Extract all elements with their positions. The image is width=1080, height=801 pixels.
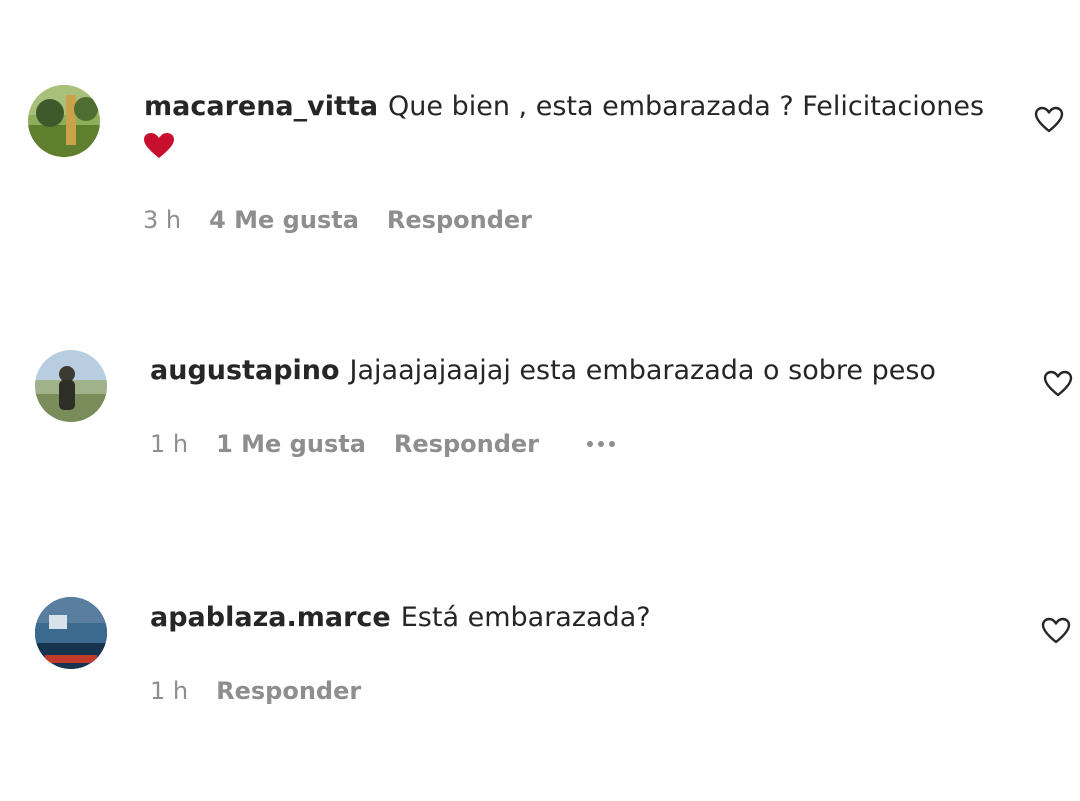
avatar-image: [28, 85, 100, 157]
comment-text: augustapino Jajaajajaajaj esta embarazada…: [150, 352, 936, 390]
comment-body: Que bien , esta embarazada ? Felicitacio…: [388, 91, 985, 122]
more-options-icon[interactable]: [587, 441, 615, 447]
like-heart-icon[interactable]: [1043, 370, 1073, 398]
comment-item: macarena_vitta Que bien , esta embarazada…: [0, 0, 1080, 260]
comment-item: apablaza.marce Está embarazada? 1 h Respo…: [0, 580, 1080, 730]
comment-time[interactable]: 3 h: [143, 206, 181, 234]
heart-emoji-icon: [144, 133, 174, 158]
comment-text: macarena_vitta Que bien , esta embarazada…: [144, 88, 984, 126]
comment-time[interactable]: 1 h: [150, 677, 188, 705]
reply-button[interactable]: Responder: [216, 677, 361, 705]
comment-item: augustapino Jajaajajaajaj esta embarazada…: [0, 330, 1080, 480]
like-heart-icon[interactable]: [1034, 106, 1064, 134]
comment-meta: 3 h 4 Me gusta Responder: [143, 206, 532, 234]
reply-button[interactable]: Responder: [387, 206, 532, 234]
comment-body: Está embarazada?: [400, 602, 651, 633]
comment-likes-count[interactable]: 1 Me gusta: [216, 430, 366, 458]
comment-likes-count[interactable]: 4 Me gusta: [209, 206, 359, 234]
comment-username[interactable]: apablaza.marce: [150, 602, 391, 633]
like-heart-icon[interactable]: [1041, 617, 1071, 645]
comment-body: Jajaajajaajaj esta embarazada o sobre pe…: [349, 355, 936, 386]
avatar-image: [35, 597, 107, 669]
avatar[interactable]: [35, 350, 107, 422]
comment-username[interactable]: macarena_vitta: [144, 91, 378, 122]
avatar[interactable]: [28, 85, 100, 157]
comment-text: apablaza.marce Está embarazada?: [150, 599, 651, 637]
comment-meta: 1 h Responder: [150, 677, 361, 705]
reply-button[interactable]: Responder: [394, 430, 539, 458]
avatar[interactable]: [35, 597, 107, 669]
avatar-image: [35, 350, 107, 422]
comment-meta: 1 h 1 Me gusta Responder: [150, 430, 615, 458]
comment-time[interactable]: 1 h: [150, 430, 188, 458]
comment-username[interactable]: augustapino: [150, 355, 340, 386]
